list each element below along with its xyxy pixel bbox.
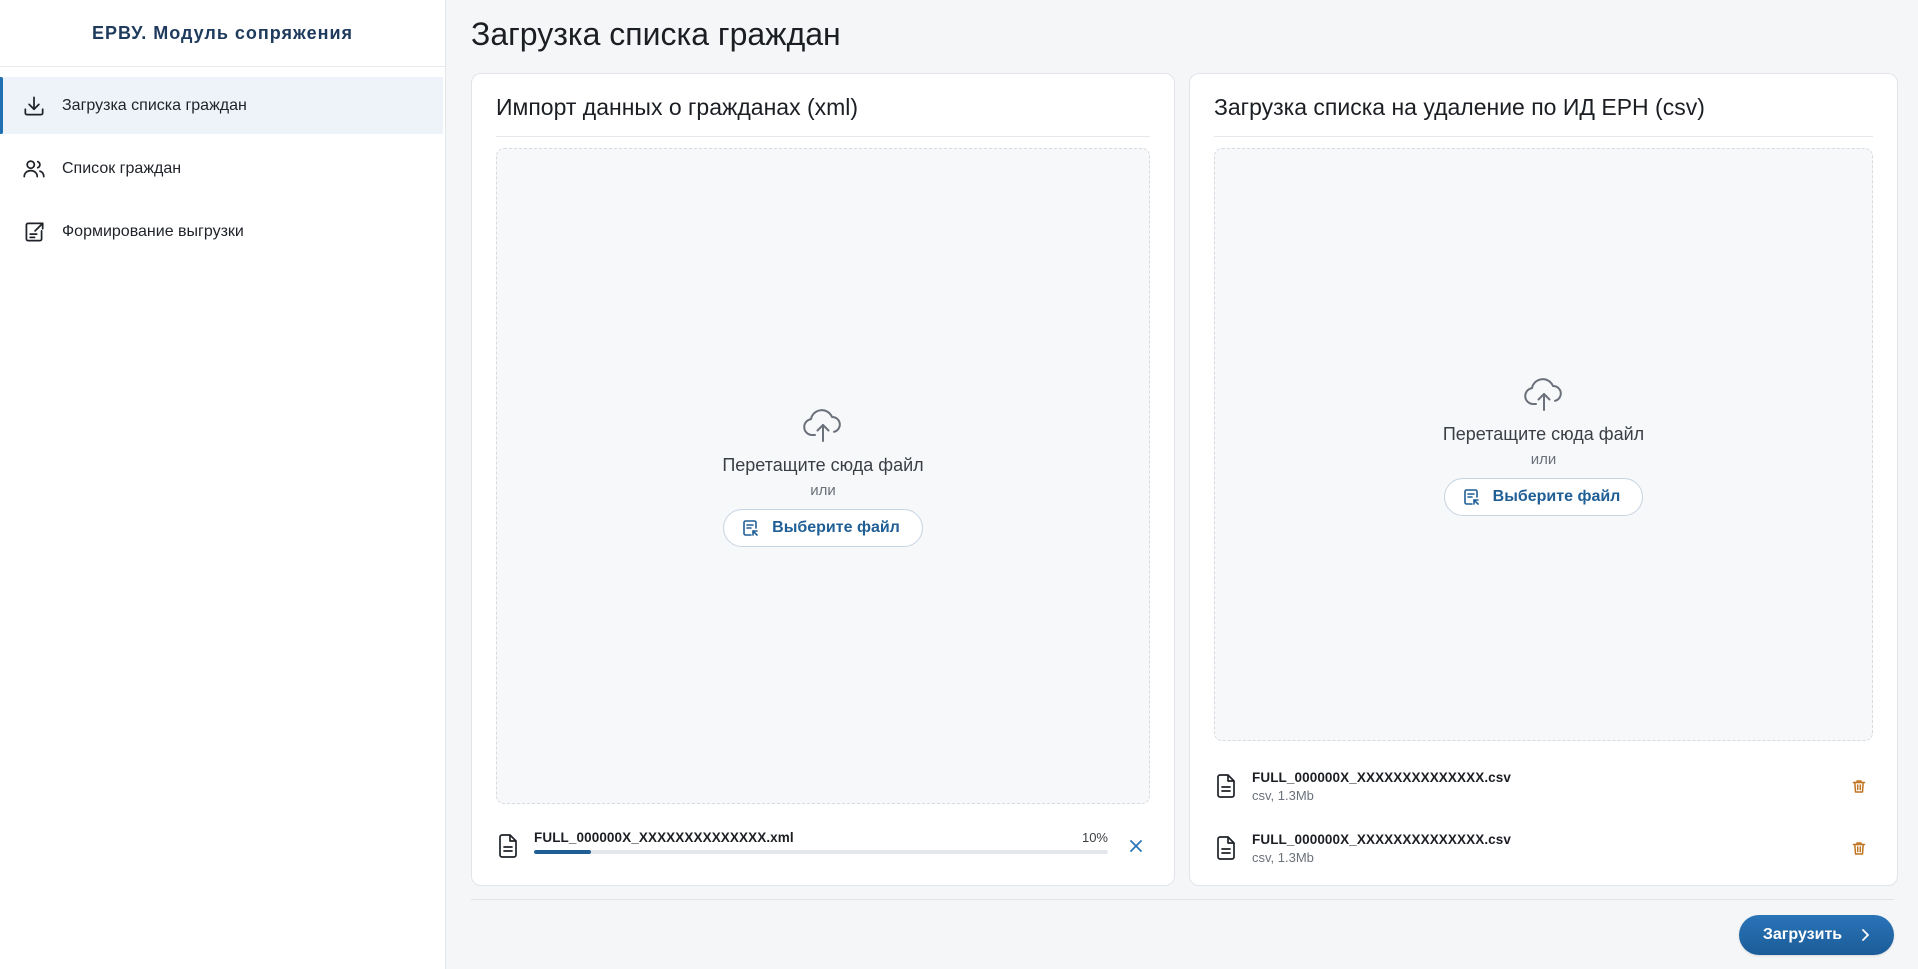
uploaded-file-row: FULL_000000X_XXXXXXXXXXXXXX.csv csv, 1.3… [1214, 764, 1873, 808]
brand-title: ЕРВУ. Модуль сопряжения [0, 0, 445, 67]
close-icon [1130, 840, 1142, 852]
sidebar-item-upload-citizens[interactable]: Загрузка списка граждан [0, 77, 443, 134]
file-select-icon [743, 520, 758, 536]
page-title: Загрузка списка граждан [471, 16, 841, 52]
upload-progress-bar [534, 850, 1108, 854]
document-export-icon [20, 218, 48, 246]
cloud-upload-icon [1523, 377, 1562, 411]
trash-icon [1852, 779, 1866, 793]
delete-file-button[interactable] [1845, 834, 1873, 862]
file-name: FULL_000000X_XXXXXXXXXXXXXX.csv [1252, 832, 1511, 847]
file-info: FULL_000000X_XXXXXXXXXXXXXX.xml 10% [534, 824, 1108, 868]
sidebar-item-citizens-list[interactable]: Список граждан [0, 140, 443, 197]
sidebar-nav: Загрузка списка граждан Список граждан Ф… [0, 77, 445, 260]
import-xml-card: Импорт данных о гражданах (xml) Перетащи… [471, 73, 1175, 886]
select-file-button[interactable]: Выберите файл [723, 509, 923, 547]
select-file-label: Выберите файл [772, 519, 900, 536]
file-icon [1217, 836, 1235, 860]
sidebar-item-label: Загрузка списка граждан [62, 96, 247, 114]
file-meta: csv, 1.3Mb [1252, 850, 1314, 865]
main-content: Загрузка списка граждан Импорт данных о … [447, 0, 1918, 969]
card-title: Импорт данных о гражданах (xml) [496, 94, 859, 120]
uploading-file-row: FULL_000000X_XXXXXXXXXXXXXX.xml 10% [496, 824, 1150, 868]
chevron-right-icon [1862, 929, 1870, 941]
download-icon [20, 92, 48, 120]
file-meta: csv, 1.3Mb [1252, 788, 1314, 803]
dropzone-text: Перетащите сюда файл [1442, 423, 1645, 444]
upload-progress-fill [534, 850, 592, 854]
file-icon [1217, 774, 1235, 798]
upload-percent: 10% [1081, 830, 1108, 845]
file-icon [499, 834, 517, 858]
divider [496, 136, 1150, 137]
file-name: FULL_000000X_XXXXXXXXXXXXXX.xml [534, 830, 794, 845]
dropzone-or: или [1530, 450, 1557, 468]
file-info: FULL_000000X_XXXXXXXXXXXXXX.csv csv, 1.3… [1252, 826, 1835, 870]
submit-upload-label: Загрузить [1762, 926, 1843, 943]
select-file-button[interactable]: Выберите файл [1443, 477, 1644, 516]
file-info: FULL_000000X_XXXXXXXXXXXXXX.csv csv, 1.3… [1252, 764, 1835, 808]
trash-icon [1852, 841, 1866, 855]
file-select-icon [1463, 488, 1479, 505]
csv-dropzone[interactable]: Перетащите сюда файл или Выберите файл [1214, 148, 1873, 741]
uploaded-file-row: FULL_000000X_XXXXXXXXXXXXXX.csv csv, 1.3… [1214, 826, 1873, 870]
cloud-upload-icon [803, 409, 841, 442]
delete-file-button[interactable] [1845, 772, 1873, 800]
delete-csv-card: Загрузка списка на удаление по ИД ЕРН (c… [1189, 73, 1898, 886]
sidebar: ЕРВУ. Модуль сопряжения Загрузка списка … [0, 0, 446, 969]
sidebar-item-label: Формирование выгрузки [62, 222, 244, 240]
file-name: FULL_000000X_XXXXXXXXXXXXXX.csv [1252, 770, 1511, 785]
dropzone-or: или [810, 482, 836, 499]
cancel-upload-button[interactable] [1122, 832, 1150, 860]
select-file-label: Выберите файл [1492, 487, 1621, 505]
sidebar-item-label: Список граждан [62, 159, 182, 177]
xml-dropzone[interactable]: Перетащите сюда файл или Выберите файл [496, 148, 1150, 804]
card-title: Загрузка списка на удаление по ИД ЕРН (c… [1214, 94, 1705, 120]
submit-upload-button[interactable]: Загрузить [1739, 915, 1894, 955]
users-icon [20, 155, 48, 183]
divider [1214, 136, 1873, 137]
footer-divider [471, 899, 1894, 900]
dropzone-text: Перетащите сюда файл [722, 455, 924, 475]
sidebar-item-export-forming[interactable]: Формирование выгрузки [0, 203, 443, 260]
